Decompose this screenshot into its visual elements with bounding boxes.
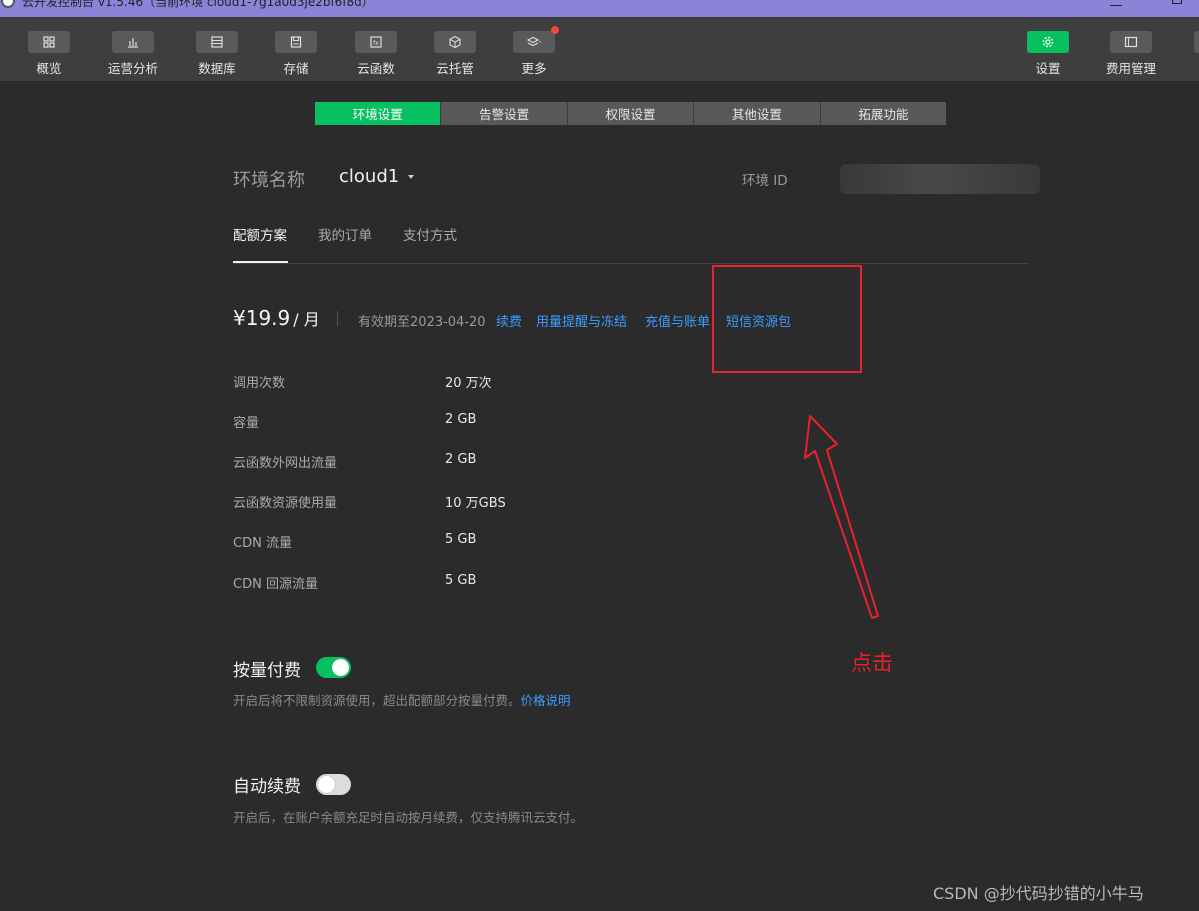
app-icon <box>1 0 15 8</box>
quota-key: CDN 流量 <box>233 536 292 551</box>
plan-price-amount: ¥19.9 <box>233 306 291 330</box>
price-separator <box>337 311 338 326</box>
cube-icon <box>449 35 461 49</box>
toolbar-analytics[interactable]: 运营分析 <box>98 31 168 77</box>
toolbar-label: 数据库 <box>198 61 236 76</box>
toolbar-label: 云托管 <box>436 61 474 76</box>
recharge-billing-link[interactable]: 充值与账单 <box>645 311 710 330</box>
caret-down-icon <box>408 174 415 179</box>
minimize-icon[interactable] <box>1110 5 1122 6</box>
toggle-knob <box>318 776 335 793</box>
plan-price-unit: / 月 <box>293 310 320 329</box>
plan-valid-until: 有效期至2023-04-20 <box>358 315 486 330</box>
toolbar-overflow[interactable] <box>1194 31 1199 53</box>
toolbar-label: 云函数 <box>357 61 395 76</box>
tab-permission-settings[interactable]: 权限设置 <box>567 102 695 125</box>
subtab-quota-plan[interactable]: 配额方案 <box>233 224 287 244</box>
renew-link[interactable]: 续费 <box>496 311 522 330</box>
toolbar-settings[interactable]: 设置 <box>1013 31 1083 77</box>
quota-key: 云函数外网出流量 <box>233 456 338 471</box>
annotation-label: 点击 <box>851 651 893 675</box>
toolbar-label: 更多 <box>521 61 547 76</box>
tab-extensions[interactable]: 拓展功能 <box>820 102 947 125</box>
price-info-link[interactable]: 价格说明 <box>521 693 571 708</box>
toolbar-storage[interactable]: 存储 <box>261 31 331 77</box>
subtab-my-orders[interactable]: 我的订单 <box>318 224 372 244</box>
toggle-knob <box>332 659 349 676</box>
subtab-payment-methods[interactable]: 支付方式 <box>403 224 457 244</box>
auto-renew-title: 自动续费 <box>233 777 301 797</box>
quota-value: 2 GB <box>445 412 477 427</box>
toolbar-billing[interactable]: 费用管理 <box>1096 31 1166 77</box>
quota-key: 云函数资源使用量 <box>233 496 338 511</box>
gear-icon <box>1042 36 1054 48</box>
billing-icon <box>1124 36 1138 48</box>
tab-alert-settings[interactable]: 告警设置 <box>441 102 568 125</box>
usage-alert-link[interactable]: 用量提醒与冻结 <box>536 311 627 330</box>
title-bar: 云开发控制台 v1.5.46（当前环境 cloud1-7g1a0d3je2bf6… <box>0 0 1199 17</box>
toolbar-database[interactable]: 数据库 <box>182 31 252 77</box>
bar-chart-icon <box>128 38 138 48</box>
annotation-arrow-icon <box>804 415 879 619</box>
maximize-icon[interactable] <box>1172 0 1182 4</box>
pay-as-you-go-toggle[interactable] <box>316 657 351 678</box>
notification-dot <box>551 26 559 34</box>
main-toolbar: 概览 运营分析 数据库 存储 fx 云函数 云托管 更多 设置 费用管理 <box>0 17 1199 81</box>
auto-renew-toggle[interactable] <box>316 774 351 795</box>
env-select[interactable]: cloud1 <box>339 166 415 187</box>
env-id-label: 环境 ID <box>742 173 788 189</box>
pay-as-you-go-desc-text: 开启后将不限制资源使用，超出配额部分按量付费。 <box>233 693 521 708</box>
toolbar-cloud-hosting[interactable]: 云托管 <box>420 31 490 77</box>
pay-as-you-go-title: 按量付费 <box>233 661 301 681</box>
toolbar-label: 存储 <box>283 61 309 76</box>
toolbar-label: 运营分析 <box>107 61 158 76</box>
toolbar-label: 费用管理 <box>1105 61 1156 76</box>
grid-icon <box>43 36 55 48</box>
auto-renew-desc: 开启后，在账户余额充足时自动按月续费，仅支持腾讯云支付。 <box>233 810 584 825</box>
quota-value: 5 GB <box>445 532 477 547</box>
quota-value: 10 万GBS <box>445 496 506 511</box>
env-name-label: 环境名称 <box>233 170 305 191</box>
env-id-value-redacted <box>840 164 1040 194</box>
toolbar-more[interactable]: 更多 <box>499 26 569 77</box>
toolbar-cloud-function[interactable]: fx 云函数 <box>341 31 411 77</box>
watermark: CSDN @抄代码抄错的小牛马 <box>933 884 1144 903</box>
subtab-divider <box>233 263 1028 264</box>
plan-price: ¥19.9/ 月 <box>233 306 320 330</box>
env-select-value: cloud1 <box>339 166 400 187</box>
svg-text:fx: fx <box>373 40 379 47</box>
quota-value: 20 万次 <box>445 376 492 391</box>
quota-value: 2 GB <box>445 452 477 467</box>
layers-icon <box>527 36 541 47</box>
quota-value: 5 GB <box>445 573 477 588</box>
quota-key: CDN 回源流量 <box>233 577 318 592</box>
tab-env-settings[interactable]: 环境设置 <box>315 102 442 125</box>
tab-other-settings[interactable]: 其他设置 <box>694 102 821 125</box>
quota-key: 容量 <box>233 416 260 431</box>
pay-as-you-go-desc: 开启后将不限制资源使用，超出配额部分按量付费。价格说明 <box>233 690 571 709</box>
annotation-highlight-box <box>712 265 862 373</box>
window-title: 云开发控制台 v1.5.46（当前环境 cloud1-7g1a0d3je2bf6… <box>22 0 374 9</box>
toolbar-label: 设置 <box>1035 61 1061 76</box>
function-icon: fx <box>370 36 382 48</box>
database-icon <box>211 36 223 48</box>
settings-tabs: 环境设置 告警设置 权限设置 其他设置 拓展功能 <box>315 102 947 125</box>
toolbar-label: 概览 <box>36 61 62 76</box>
quota-key: 调用次数 <box>233 376 286 391</box>
plan-subtabs: 配额方案 我的订单 支付方式 <box>233 224 488 244</box>
toolbar-overview[interactable]: 概览 <box>14 31 84 77</box>
storage-icon <box>290 36 302 48</box>
